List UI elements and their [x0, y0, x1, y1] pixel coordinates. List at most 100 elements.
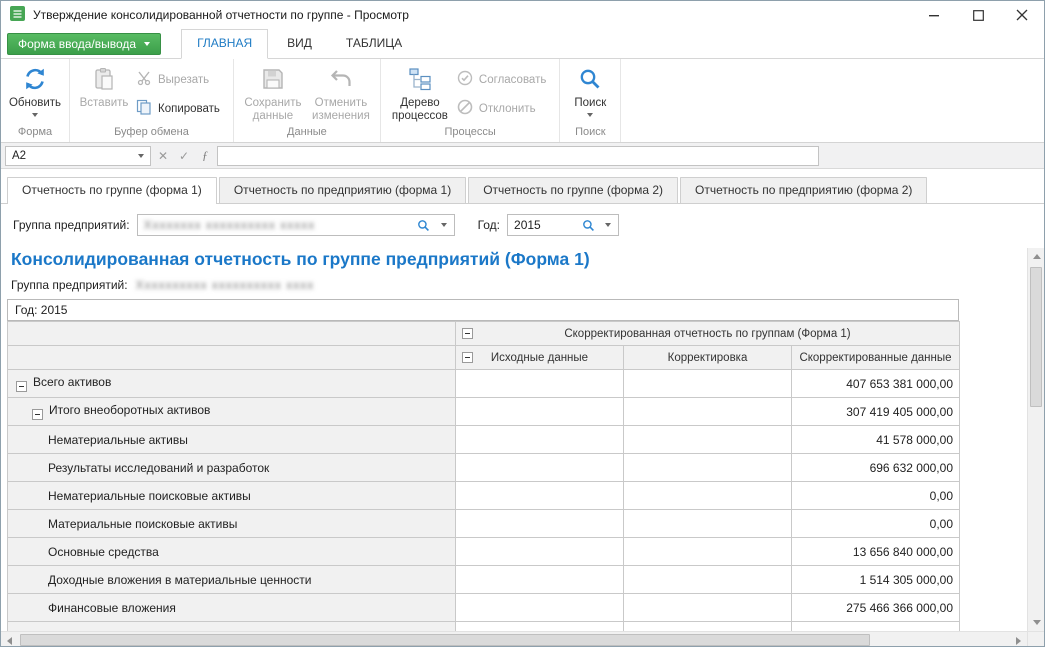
- cell-correction[interactable]: [624, 594, 792, 622]
- cell-source[interactable]: [456, 510, 624, 538]
- doc-tab-4[interactable]: Отчетность по предприятию (форма 2): [680, 177, 927, 203]
- cell-correction[interactable]: [624, 566, 792, 594]
- cell-adjusted[interactable]: 13 656 840 000,00: [792, 538, 960, 566]
- ribbon-tab-1[interactable]: ГЛАВНАЯ: [181, 29, 268, 59]
- cell-source[interactable]: [456, 622, 624, 632]
- collapse-icon[interactable]: [32, 409, 43, 420]
- formula-input[interactable]: [217, 146, 819, 166]
- lookup-icon[interactable]: [414, 215, 434, 235]
- scroll-down-icon[interactable]: [1028, 614, 1044, 631]
- cell-adjusted[interactable]: 307 419 405 000,00: [792, 398, 960, 426]
- process-tree-button[interactable]: Дерево процессов: [386, 62, 454, 123]
- table-row: Основные средства 13 656 840 000,00: [8, 538, 960, 566]
- undo-changes-button[interactable]: Отменить изменения: [307, 62, 375, 123]
- refresh-label: Обновить: [9, 97, 61, 110]
- doc-tab-2[interactable]: Отчетность по предприятию (форма 1): [219, 177, 466, 203]
- app-icon: [9, 5, 26, 25]
- copy-button[interactable]: Копировать: [133, 98, 228, 119]
- scroll-right-icon[interactable]: [1010, 632, 1027, 647]
- search-button[interactable]: Поиск: [565, 62, 615, 117]
- doc-tab-3[interactable]: Отчетность по группе (форма 2): [468, 177, 678, 203]
- function-icon[interactable]: ƒ: [196, 146, 214, 166]
- cell-adjusted[interactable]: 1 514 305 000,00: [792, 566, 960, 594]
- cell-source[interactable]: [456, 370, 624, 398]
- cell-source[interactable]: [456, 454, 624, 482]
- cell-adjusted[interactable]: 696 632 000,00: [792, 454, 960, 482]
- collapse-icon[interactable]: [462, 352, 473, 363]
- cell-name-box[interactable]: A2: [5, 146, 151, 166]
- row-label-cell[interactable]: Доходные вложения в материальные ценност…: [8, 566, 456, 594]
- collapse-icon[interactable]: [462, 328, 473, 339]
- cell-correction[interactable]: [624, 622, 792, 632]
- minimize-button[interactable]: [912, 1, 956, 29]
- dropdown-icon[interactable]: [434, 215, 454, 235]
- paste-button[interactable]: Вставить: [75, 62, 133, 110]
- cell-correction[interactable]: [624, 538, 792, 566]
- row-label-cell[interactable]: Материальные поисковые активы: [8, 510, 456, 538]
- vertical-scrollbar-thumb[interactable]: [1030, 267, 1042, 407]
- cell-adjusted[interactable]: 0,00: [792, 510, 960, 538]
- corner-header-cell[interactable]: [8, 322, 456, 346]
- cell-adjusted[interactable]: 0,00: [792, 482, 960, 510]
- cell-source[interactable]: [456, 426, 624, 454]
- row-label-cell[interactable]: Итого внеоборотных активов: [8, 398, 456, 426]
- row-label-cell[interactable]: Всего активов: [8, 370, 456, 398]
- group-header-cell[interactable]: Скорректированная отчетность по группам …: [456, 322, 960, 346]
- cancel-entry-icon[interactable]: ✕: [154, 146, 172, 166]
- column-header-adjusted[interactable]: Скорректированные данные: [792, 346, 960, 370]
- group-header-text: Скорректированная отчетность по группам …: [564, 328, 850, 340]
- ribbon-tab-3[interactable]: ТАБЛИЦА: [331, 30, 417, 57]
- save-data-button[interactable]: Сохранить данные: [239, 62, 307, 123]
- column-header-text: Корректировка: [668, 352, 748, 364]
- cell-correction[interactable]: [624, 370, 792, 398]
- cell-correction[interactable]: [624, 510, 792, 538]
- row-label-cell[interactable]: Основные средства: [8, 538, 456, 566]
- lookup-icon[interactable]: [578, 215, 598, 235]
- cell-source[interactable]: [456, 398, 624, 426]
- cell-correction[interactable]: [624, 482, 792, 510]
- scroll-up-icon[interactable]: [1028, 248, 1044, 265]
- decline-button[interactable]: Отклонить: [454, 98, 554, 119]
- year-filter-combo[interactable]: 2015: [507, 214, 619, 236]
- refresh-button[interactable]: Обновить: [6, 62, 64, 117]
- maximize-button[interactable]: [956, 1, 1000, 29]
- horizontal-scrollbar[interactable]: [1, 631, 1027, 647]
- row-label-cell[interactable]: Результаты исследований и разработок: [8, 454, 456, 482]
- group-filter-combo[interactable]: Хххххххх хххххххххх ххххх: [137, 214, 455, 236]
- dropdown-icon[interactable]: [138, 154, 144, 158]
- column-header-source[interactable]: Исходные данные: [456, 346, 624, 370]
- group-label-form: Форма: [1, 126, 69, 142]
- row-label-cell[interactable]: Нематериальные поисковые активы: [8, 482, 456, 510]
- doc-tab-1[interactable]: Отчетность по группе (форма 1): [7, 177, 217, 204]
- scroll-left-icon[interactable]: [1, 632, 18, 647]
- cell-adjusted[interactable]: 407 653 381 000,00: [792, 370, 960, 398]
- approve-button[interactable]: Согласовать: [454, 69, 554, 90]
- close-button[interactable]: [1000, 1, 1044, 29]
- cell-adjusted[interactable]: 275 466 366 000,00: [792, 594, 960, 622]
- cell-source[interactable]: [456, 538, 624, 566]
- vertical-scrollbar[interactable]: [1027, 248, 1044, 631]
- row-label-cell[interactable]: Финансовые вложения: [8, 594, 456, 622]
- corner-header-cell[interactable]: [8, 346, 456, 370]
- group-label-search: Поиск: [560, 126, 620, 142]
- cell-source[interactable]: [456, 594, 624, 622]
- cell-source[interactable]: [456, 482, 624, 510]
- row-label-cell[interactable]: Нематериальные активы: [8, 426, 456, 454]
- io-form-menu-button[interactable]: Форма ввода/вывода: [7, 33, 161, 55]
- cell-correction[interactable]: [624, 398, 792, 426]
- confirm-entry-icon[interactable]: ✓: [175, 146, 193, 166]
- report-title: Консолидированная отчетность по группе п…: [11, 249, 1044, 269]
- ribbon-tab-2[interactable]: ВИД: [272, 30, 327, 57]
- cell-correction[interactable]: [624, 454, 792, 482]
- cell-adjusted[interactable]: 41 578 000,00: [792, 426, 960, 454]
- cell-correction[interactable]: [624, 426, 792, 454]
- cell-adjusted[interactable]: 10 486 963 000,00: [792, 622, 960, 632]
- cut-button[interactable]: Вырезать: [133, 69, 228, 90]
- column-header-correction[interactable]: Корректировка: [624, 346, 792, 370]
- cell-source[interactable]: [456, 566, 624, 594]
- row-label-cell[interactable]: Отложенные налоговые активы: [8, 622, 456, 632]
- horizontal-scrollbar-thumb[interactable]: [20, 634, 870, 646]
- report-year-cell[interactable]: Год: 2015: [7, 299, 959, 321]
- dropdown-icon[interactable]: [598, 215, 618, 235]
- collapse-icon[interactable]: [16, 381, 27, 392]
